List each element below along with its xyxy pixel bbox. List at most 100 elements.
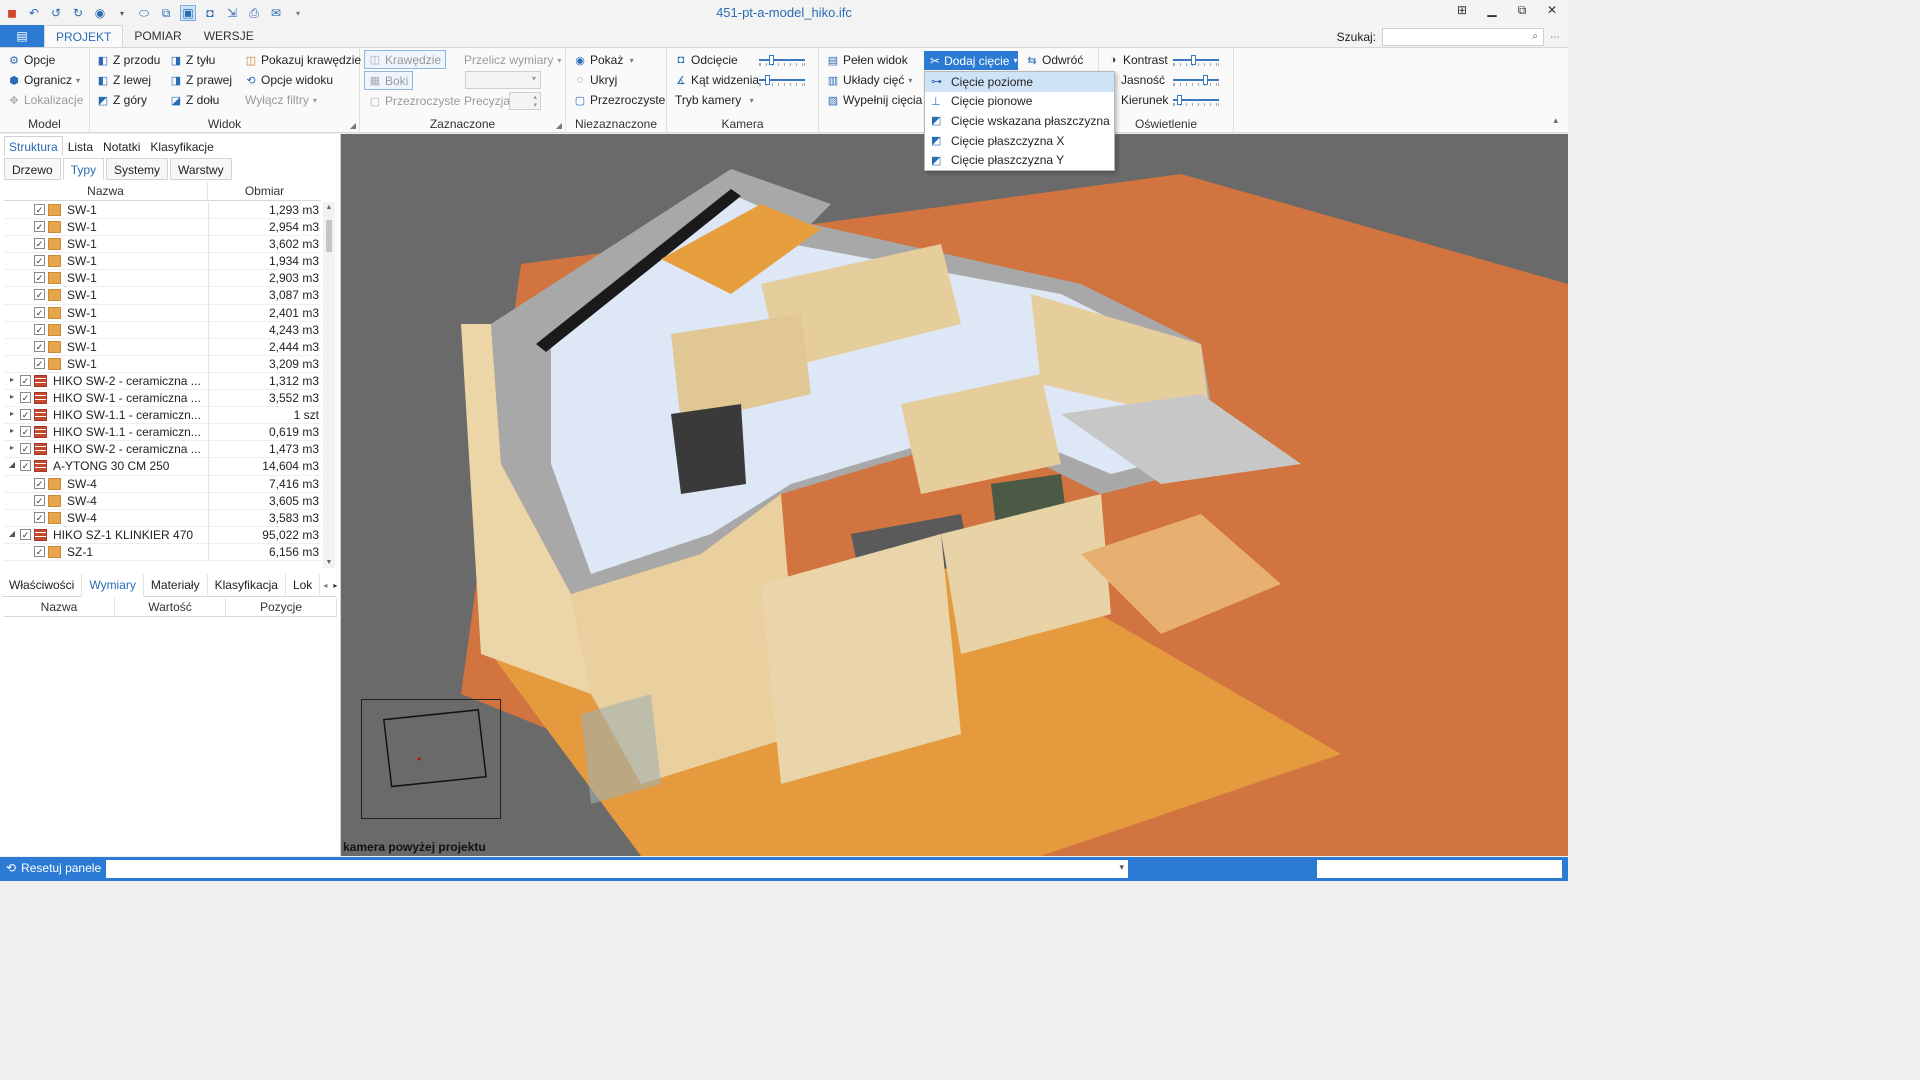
table-row[interactable]: ✓ SW-1 3,087 m3	[4, 287, 321, 305]
column-header-nazwa[interactable]: Nazwa	[4, 182, 208, 201]
tab-pomiar[interactable]: POMIAR	[123, 25, 192, 47]
tree-scrollbar[interactable]: ▲ ▼	[323, 202, 335, 568]
dropdown-icon[interactable]: ▾	[114, 5, 130, 21]
table-row[interactable]: ✓ SW-1 3,602 m3	[4, 236, 321, 254]
visibility-checkbox[interactable]: ✓	[34, 221, 45, 233]
tabs-scroll-left-icon[interactable]: ◂	[320, 574, 330, 597]
minimize-icon[interactable]: ▁	[1484, 3, 1500, 21]
wylacz-filtry-button[interactable]: Wyłącz filtry ▾	[245, 91, 317, 109]
tab-notatki[interactable]: Notatki	[98, 136, 145, 156]
minimap[interactable]	[361, 699, 501, 819]
table-row[interactable]: ◢ ✓ A-YTONG 30 CM 250 14,604 m3	[4, 458, 321, 476]
close-icon[interactable]: ✕	[1544, 3, 1560, 21]
z-prawej-button[interactable]: ◨ Z prawej	[170, 71, 232, 89]
odciecie-slider[interactable]	[759, 55, 805, 66]
undo-icon[interactable]: ↺	[48, 5, 64, 21]
z-tylu-button[interactable]: ◨ Z tyłu	[170, 51, 216, 69]
visibility-checkbox[interactable]: ✓	[20, 443, 31, 455]
table-row[interactable]: ▸ ✓ HIKO SW-1.1 - ceramiczn... 0,619 m3	[4, 424, 321, 442]
kat-widzenia-slider[interactable]	[759, 75, 805, 86]
tab-struktura[interactable]: Struktura	[4, 136, 63, 156]
table-row[interactable]: ▸ ✓ HIKO SW-2 - ceramiczna ... 1,312 m3	[4, 372, 321, 391]
dodaj-ciecie-button[interactable]: ✂ Dodaj cięcie ▾	[924, 51, 1018, 70]
visibility-checkbox[interactable]: ✓	[20, 374, 31, 386]
z-przodu-button[interactable]: ◧ Z przodu	[97, 51, 161, 69]
menu-item-ciecie-y[interactable]: ◩ Cięcie płaszczyzna Y	[925, 150, 1114, 170]
scroll-down-icon[interactable]: ▼	[323, 559, 335, 566]
scroll-thumb[interactable]	[326, 220, 332, 252]
z-lewej-button[interactable]: ◧ Z lewej	[97, 71, 151, 89]
tabs-scroll-right-icon[interactable]: ▸	[330, 574, 340, 597]
table-row[interactable]: ✓ SW-1 1,934 m3	[4, 253, 321, 271]
table-row[interactable]: ✓ SW-4 3,605 m3	[4, 492, 321, 510]
table-row[interactable]: ✓ SW-4 7,416 m3	[4, 475, 321, 493]
visibility-checkbox[interactable]: ✓	[34, 511, 45, 523]
status-combo[interactable]: ▾	[106, 860, 1128, 878]
collapse-ribbon-icon[interactable]: ▴	[1553, 115, 1558, 126]
camera-icon[interactable]: ◘	[202, 5, 218, 21]
boki-toggle[interactable]: ▦ Boki	[364, 71, 414, 90]
visibility-checkbox[interactable]: ✓	[20, 426, 31, 438]
visibility-checkbox[interactable]: ✓	[34, 477, 45, 489]
table-row[interactable]: ✓ SW-1 1,293 m3	[4, 202, 321, 220]
tab-lista[interactable]: Lista	[63, 136, 98, 156]
customize-icon[interactable]: ▾	[290, 5, 306, 21]
menu-item-ciecie-poziome[interactable]: ⊶ Cięcie poziome	[925, 72, 1114, 92]
tab-klasyfikacje[interactable]: Klasyfikacje	[145, 136, 218, 156]
3d-viewport[interactable]: kamera powyżej projektu	[341, 134, 1568, 856]
expand-toggle-icon[interactable]: ▸	[7, 426, 17, 435]
export-icon[interactable]: ⇲	[224, 5, 240, 21]
reset-panels-button[interactable]: ⟲ Resetuj panele	[6, 861, 101, 875]
przelicz-select[interactable]: ▾	[465, 71, 541, 89]
column-header-pozycje[interactable]: Pozycje	[226, 598, 337, 616]
scroll-up-icon[interactable]: ▲	[323, 204, 335, 211]
eye-icon[interactable]: ◉	[92, 5, 108, 21]
visibility-checkbox[interactable]: ✓	[20, 528, 31, 540]
menu-item-ciecie-pionowe[interactable]: ⊥ Cięcie pionowe	[925, 92, 1114, 112]
visibility-checkbox[interactable]: ✓	[34, 323, 45, 335]
model-view-icon[interactable]: ▣	[180, 5, 196, 21]
search-icon[interactable]: ⌕	[1532, 31, 1538, 42]
visibility-checkbox[interactable]: ✓	[34, 357, 45, 369]
kontrast-slider[interactable]	[1173, 55, 1219, 66]
tab-klasyfikacja[interactable]: Klasyfikacja	[208, 574, 286, 597]
table-row[interactable]: ▸ ✓ HIKO SW-2 - ceramiczna ... 1,473 m3	[4, 441, 321, 459]
tab-drzewo[interactable]: Drzewo	[4, 158, 61, 180]
visibility-checkbox[interactable]: ✓	[34, 204, 45, 215]
tab-wersje[interactable]: WERSJE	[193, 25, 265, 47]
table-row[interactable]: ✓ SW-1 2,444 m3	[4, 338, 321, 356]
przezroczyste-selected-button[interactable]: ▢ Przezroczyste	[369, 92, 461, 110]
tab-typy[interactable]: Typy	[62, 158, 105, 180]
tab-warstwy[interactable]: Warstwy	[170, 158, 232, 180]
expand-toggle-icon[interactable]: ◢	[7, 460, 17, 469]
visibility-checkbox[interactable]: ✓	[34, 306, 45, 318]
table-row[interactable]: ▸ ✓ HIKO SW-1 - ceramiczna ... 3,552 m3	[4, 390, 321, 408]
column-header-obmiar[interactable]: Obmiar	[208, 182, 321, 201]
visibility-checkbox[interactable]: ✓	[34, 494, 45, 506]
column-header-wartosc[interactable]: Wartość	[115, 598, 226, 616]
expand-toggle-icon[interactable]: ▸	[7, 392, 17, 401]
tab-lokalizacja[interactable]: Lok	[286, 574, 321, 597]
undo-history-icon[interactable]: ↶	[26, 5, 42, 21]
table-row[interactable]: ✓ SW-1 4,243 m3	[4, 321, 321, 339]
jasnosc-slider[interactable]	[1173, 75, 1219, 86]
visibility-checkbox[interactable]: ✓	[20, 409, 31, 421]
menu-item-ciecie-x[interactable]: ◩ Cięcie płaszczyzna X	[925, 131, 1114, 151]
file-menu-button[interactable]: ▤	[0, 25, 44, 47]
table-row[interactable]: ✓ SW-1 2,954 m3	[4, 219, 321, 237]
pokazuj-krawedzie-button[interactable]: ◫ Pokazuj krawędzie	[245, 51, 361, 69]
przelicz-wymiary-button[interactable]: Przelicz wymiary ▾	[464, 51, 561, 69]
visibility-checkbox[interactable]: ✓	[34, 545, 45, 557]
table-row[interactable]: ✓ SW-1 2,903 m3	[4, 270, 321, 288]
tab-systemy[interactable]: Systemy	[106, 158, 169, 180]
table-row[interactable]: ✓ SW-1 3,209 m3	[4, 355, 321, 373]
visibility-checkbox[interactable]: ✓	[34, 272, 45, 284]
house-model[interactable]	[341, 134, 1568, 856]
z-gory-button[interactable]: ◩ Z góry	[97, 91, 147, 109]
z-dolu-button[interactable]: ◪ Z dołu	[170, 91, 220, 109]
krawedzie-toggle[interactable]: ◫ Krawędzie	[364, 50, 447, 69]
table-row[interactable]: ◢ ✓ HIKO SZ-1 KLINKIER 470 95,022 m3	[4, 526, 321, 544]
odciecie-button[interactable]: ◘ Odcięcie	[675, 51, 738, 69]
tab-wlasciwosci[interactable]: Właściwości	[2, 574, 83, 597]
view-icon[interactable]: ⬭	[136, 5, 152, 21]
